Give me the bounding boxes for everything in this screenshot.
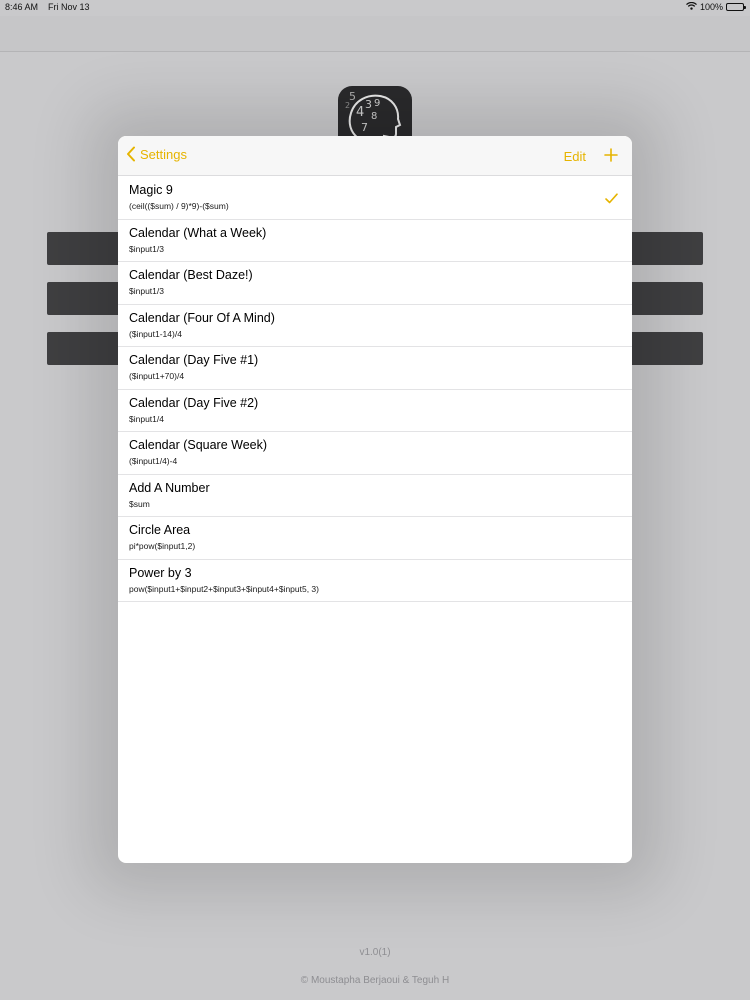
edit-button[interactable]: Edit bbox=[564, 149, 586, 164]
formula-row-add-a-number[interactable]: Add A Number $sum bbox=[118, 475, 632, 517]
formula-list: Magic 9 (ceil(($sum) / 9)*9)-($sum) Cale… bbox=[118, 177, 632, 602]
formula-title: Calendar (Day Five #2) bbox=[129, 395, 259, 410]
formula-expression: ($input1-14)/4 bbox=[129, 328, 182, 339]
formula-row-calendar-square-week[interactable]: Calendar (Square Week) ($input1/4)-4 bbox=[118, 432, 632, 475]
formula-expression: ($input1/4)-4 bbox=[129, 456, 178, 466]
battery-percent: 100% bbox=[699, 2, 723, 12]
formula-row-calendar-day-five-2[interactable]: Calendar (Day Five #2) $input1/4 bbox=[118, 390, 632, 432]
formula-expression: $input1/3 bbox=[129, 243, 164, 254]
status-date: Fri Nov 13 bbox=[48, 2, 90, 12]
status-time: 8:46 AM bbox=[5, 2, 39, 12]
formula-row-power-by-3[interactable]: Power by 3 pow($input1+$input2+$input3+$… bbox=[118, 560, 632, 602]
formula-title: Calendar (What a Week) bbox=[129, 225, 267, 240]
formula-title: Calendar (Best Daze!) bbox=[129, 268, 253, 282]
formula-row-calendar-day-five-1[interactable]: Calendar (Day Five #1) ($input1+70)/4 bbox=[118, 347, 632, 390]
formula-title: Calendar (Day Five #1) bbox=[129, 353, 259, 367]
background-navbar bbox=[0, 16, 750, 52]
battery-icon bbox=[726, 3, 746, 11]
formula-expression: (ceil(($sum) / 9)*9)-($sum) bbox=[129, 201, 229, 211]
logo-digit: 8 bbox=[371, 111, 377, 122]
formula-row-circle-area[interactable]: Circle Area pi*pow($input1,2) bbox=[118, 517, 632, 560]
formula-title: Calendar (Four Of A Mind) bbox=[129, 310, 275, 325]
formula-row-magic-9[interactable]: Magic 9 (ceil(($sum) / 9)*9)-($sum) bbox=[118, 177, 632, 220]
add-icon[interactable] bbox=[604, 148, 618, 167]
formula-expression: $input1/4 bbox=[129, 413, 164, 424]
checkmark-icon bbox=[605, 191, 618, 209]
formula-title: Circle Area bbox=[129, 523, 191, 537]
formula-expression: $input1/3 bbox=[129, 286, 164, 296]
formula-row-calendar-what-a-week[interactable]: Calendar (What a Week) $input1/3 bbox=[118, 220, 632, 262]
formula-row-calendar-best-daze[interactable]: Calendar (Best Daze!) $input1/3 bbox=[118, 262, 632, 305]
formula-expression: ($input1+70)/4 bbox=[129, 371, 185, 381]
wifi-icon bbox=[686, 1, 697, 12]
formula-row-calendar-four-of-a-mind[interactable]: Calendar (Four Of A Mind) ($input1-14)/4 bbox=[118, 305, 632, 347]
version-label: v1.0(1) bbox=[359, 947, 391, 958]
formula-expression: pow($input1+$input2+$input3+$input4+$inp… bbox=[129, 583, 319, 594]
credit-label: © Moustapha Berjaoui & Teguh H bbox=[300, 975, 450, 986]
formula-title: Calendar (Square Week) bbox=[129, 438, 268, 452]
logo-digit: 9 bbox=[374, 98, 380, 109]
status-bar: 8:46 AM Fri Nov 13 100% bbox=[0, 0, 750, 16]
formula-title: Magic 9 bbox=[129, 183, 173, 197]
status-indicators: 100% bbox=[686, 1, 746, 12]
back-button-label: Settings bbox=[140, 146, 187, 162]
chevron-left-icon bbox=[127, 146, 135, 162]
formula-settings-sheet: Settings Edit Magic 9 (ceil(($sum) / 9)*… bbox=[118, 136, 632, 863]
logo-digit: 3 bbox=[365, 98, 372, 111]
formula-title: Add A Number bbox=[129, 480, 210, 495]
formula-expression: $sum bbox=[129, 498, 150, 509]
back-button[interactable]: Settings bbox=[126, 146, 187, 162]
formula-title: Power by 3 bbox=[129, 565, 192, 580]
logo-digit: 2 bbox=[345, 101, 350, 110]
logo-digit: 4 bbox=[356, 105, 364, 120]
formula-expression: pi*pow($input1,2) bbox=[129, 541, 196, 551]
logo-digit: 7 bbox=[361, 121, 368, 134]
sheet-navbar: Settings Edit bbox=[118, 136, 632, 176]
